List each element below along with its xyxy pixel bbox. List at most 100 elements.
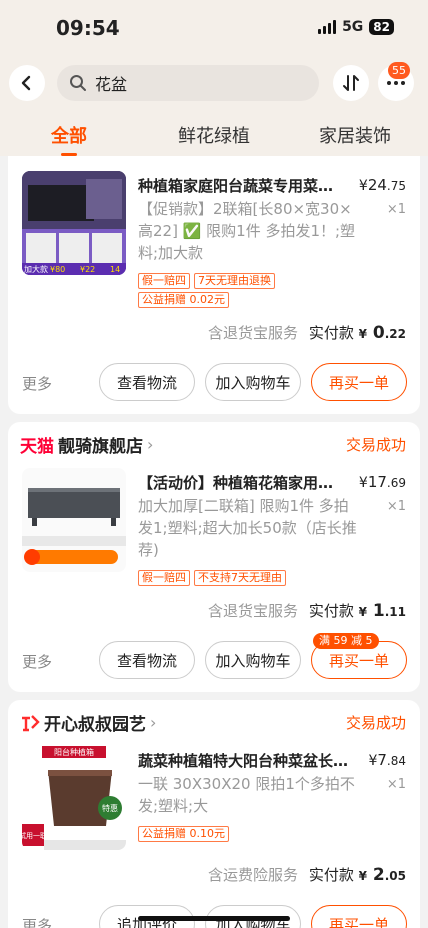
- shop-logo-icon: [22, 714, 40, 731]
- buy-again-button[interactable]: 再买一单: [311, 905, 407, 928]
- product-image: 阳台种植箱 特惠 试用一联: [22, 746, 126, 850]
- amount-integer: 0: [372, 323, 385, 343]
- more-link[interactable]: 更多: [22, 651, 52, 672]
- service-tag: 假一赔四: [138, 570, 190, 586]
- price-integer: 17: [367, 473, 387, 491]
- product-quantity: ×1: [386, 499, 406, 514]
- search-input[interactable]: 花盆: [57, 65, 319, 101]
- service-tags: 假一赔四 7天无理由退换: [138, 273, 275, 289]
- sort-arrows-icon: [343, 75, 359, 91]
- product-spec: 加大加厚[二联箱] 限购1件 多拍发1;塑料;超大加长50款（店长推荐): [138, 497, 357, 559]
- tmall-logo: 天猫: [20, 437, 54, 457]
- dot-icon: [394, 81, 398, 85]
- product-thumbnail[interactable]: 加大款 ¥80 ¥22 14: [22, 171, 126, 275]
- paid-label: 实付款: [308, 602, 354, 620]
- amount-decimal: .05: [384, 869, 406, 883]
- amount-integer: 1: [372, 601, 385, 621]
- chevron-left-icon: [21, 75, 31, 91]
- add-to-cart-button[interactable]: 加入购物车: [205, 641, 301, 679]
- paid-label: 实付款: [308, 866, 354, 884]
- payment-summary: 含退货宝服务 实付款 ¥ 1.11: [208, 600, 406, 621]
- thumb-label: 加大款: [24, 264, 48, 274]
- paid-amount: ¥ 0.22: [359, 323, 406, 343]
- promo-badge: 满 59 减 5: [313, 633, 379, 649]
- paid-amount: ¥ 1.11: [359, 601, 406, 621]
- order-status: 交易成功: [345, 714, 406, 732]
- product-spec: 一联 30X30X20 限拍1个多拍不发;塑料;大: [138, 775, 355, 815]
- thumb-label: ¥80: [50, 265, 65, 274]
- more-link[interactable]: 更多: [22, 915, 52, 928]
- price-decimal: .84: [386, 754, 406, 768]
- price-decimal: .69: [386, 476, 406, 490]
- product-title[interactable]: 蔬菜种植箱特大阳台种菜盆长…: [138, 750, 356, 771]
- add-to-cart-button[interactable]: 加入购物车: [205, 363, 301, 401]
- shop-name: 靓骑旗舰店: [58, 437, 143, 457]
- charity-tags: 公益捐赠 0.10元: [138, 826, 229, 842]
- paid-label: 实付款: [308, 324, 354, 342]
- product-price: ¥17.69: [359, 473, 406, 491]
- thumb-label: 阳台种植箱: [54, 747, 94, 757]
- product-title[interactable]: 种植箱家庭阳台蔬菜专用菜…: [138, 175, 356, 196]
- product-spec: 【促销款】2联箱[长80×宽30×高22] ✅ 限购1件 多拍发1！;塑料;加大…: [138, 200, 356, 262]
- product-image: 加大款 ¥80 ¥22 14: [22, 171, 126, 275]
- product-title[interactable]: 【活动价】种植箱花箱家用…: [138, 472, 356, 493]
- shop-header[interactable]: 天猫 靓骑旗舰店 ›: [20, 432, 153, 457]
- shop-name: 开心叔叔园艺: [44, 715, 146, 735]
- amount-decimal: .22: [384, 327, 406, 341]
- product-quantity: ×1: [386, 202, 406, 217]
- payment-summary: 含退货宝服务 实付款 ¥ 0.22: [208, 322, 406, 343]
- status-bar: 09:54 5G 82: [0, 0, 428, 56]
- service-tag: 假一赔四: [138, 273, 190, 289]
- price-integer: 7: [377, 751, 387, 769]
- search-icon: [70, 75, 86, 91]
- currency-symbol: ¥: [358, 869, 367, 883]
- order-status: 交易成功: [345, 436, 406, 454]
- back-button[interactable]: [9, 65, 45, 101]
- service-tag: 7天无理由退换: [194, 273, 275, 289]
- more-link[interactable]: 更多: [22, 373, 52, 394]
- order-card: 开心叔叔园艺 › 交易成功 阳台种植箱 特惠 试用一联 蔬菜种植箱特大阳台种菜盆…: [8, 700, 420, 928]
- chevron-right-icon: ›: [147, 435, 154, 454]
- signal-icon: [318, 20, 337, 34]
- charity-tag: 公益捐赠 0.10元: [138, 826, 229, 842]
- service-note: 含运费险服务: [208, 866, 299, 884]
- network-label: 5G: [342, 19, 364, 35]
- shop-header[interactable]: 开心叔叔园艺 ›: [20, 710, 156, 735]
- home-indicator: [138, 916, 290, 921]
- charity-tag: 公益捐赠 0.02元: [138, 292, 229, 308]
- dot-icon: [401, 81, 405, 85]
- price-decimal: .75: [386, 179, 406, 193]
- currency-symbol: ¥: [358, 475, 368, 491]
- price-integer: 24: [367, 176, 387, 194]
- search-query: 花盆: [95, 75, 128, 94]
- product-price: ¥7.84: [368, 751, 406, 769]
- currency-symbol: ¥: [358, 605, 367, 619]
- payment-summary: 含运费险服务 实付款 ¥ 2.05: [208, 864, 406, 885]
- search-header: 花盆 55: [0, 56, 428, 114]
- currency-symbol: ¥: [358, 178, 368, 194]
- tab-home-decor[interactable]: 家居装饰: [319, 122, 391, 148]
- status-time: 09:54: [56, 16, 120, 40]
- product-thumbnail[interactable]: [22, 468, 126, 572]
- thumb-label: 特惠: [102, 803, 118, 813]
- service-note: 含退货宝服务: [208, 324, 299, 342]
- service-tags: 假一赔四 不支持7天无理由: [138, 570, 286, 586]
- thumb-label: 14: [110, 265, 120, 274]
- product-thumbnail[interactable]: 阳台种植箱 特惠 试用一联: [22, 746, 126, 850]
- order-card: 天猫 靓骑旗舰店 › 交易成功 【活动价】种植箱花箱家用… ¥17.69 ×1 …: [8, 422, 420, 692]
- battery-icon: 82: [369, 19, 394, 35]
- paid-amount: ¥ 2.05: [359, 865, 406, 885]
- view-logistics-button[interactable]: 查看物流: [99, 641, 195, 679]
- currency-symbol: ¥: [358, 327, 367, 341]
- order-card: 加大款 ¥80 ¥22 14 种植箱家庭阳台蔬菜专用菜… ¥24.75 ×1 【…: [8, 156, 420, 414]
- buy-again-button[interactable]: 再买一单: [311, 363, 407, 401]
- tab-all[interactable]: 全部: [51, 122, 87, 156]
- thumb-label: ¥22: [80, 265, 95, 274]
- thumb-label: 试用一联: [22, 831, 47, 840]
- dot-icon: [387, 81, 391, 85]
- tab-flowers-plants[interactable]: 鲜花绿植: [178, 122, 250, 148]
- notification-badge: 55: [388, 62, 410, 79]
- amount-integer: 2: [372, 865, 385, 885]
- view-logistics-button[interactable]: 查看物流: [99, 363, 195, 401]
- sort-button[interactable]: [333, 65, 369, 101]
